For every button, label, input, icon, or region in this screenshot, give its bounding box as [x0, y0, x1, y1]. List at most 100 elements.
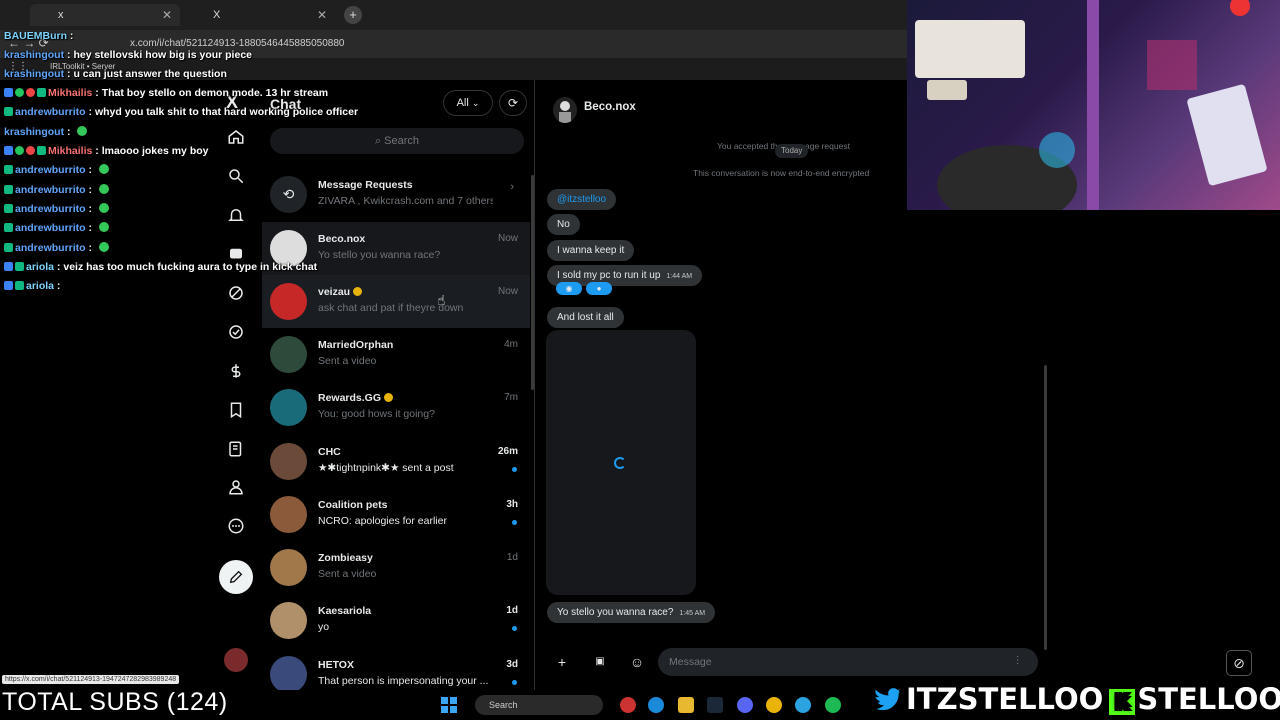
chat-separator: : — [85, 203, 95, 215]
message-bubble[interactable]: I wanna keep it — [547, 240, 635, 261]
conversation-item[interactable]: Rewards.GG You: good hows it going? 7m — [262, 381, 530, 434]
reaction-pill[interactable]: ◉ — [556, 282, 582, 295]
conversation-item[interactable]: CHC ★✱tightnpink✱★ sent a post 26m — [262, 435, 530, 488]
chat-separator: : — [54, 261, 64, 273]
voice-icon[interactable]: ⫶ — [1016, 654, 1019, 669]
conversation-name-text: Beco.nox — [318, 233, 366, 245]
chat-username: andrewburrito — [15, 164, 86, 176]
chat-emote-icon — [98, 164, 109, 174]
conversation-preview: ask chat and pat if theyre down — [318, 302, 464, 314]
search-input[interactable]: ⌕ Search — [270, 128, 524, 154]
conversation-item[interactable]: Coalition pets NCRO: apologies for earlie… — [262, 488, 530, 541]
chat-badge-icon — [4, 204, 13, 213]
message-requests-icon: ⟲ — [270, 176, 307, 213]
stream-chat-line: ariola : veiz has too much fucking aura … — [4, 261, 317, 273]
folder-icon[interactable] — [678, 697, 694, 713]
stream-chat-line: andrewburrito : — [4, 164, 109, 176]
message-bubble[interactable]: No — [547, 214, 580, 235]
account-avatar[interactable] — [224, 648, 248, 672]
bookmark-icon[interactable] — [225, 401, 247, 423]
home-icon[interactable] — [225, 128, 247, 150]
status-url: https://x.com/i/chat/521124913-194724728… — [2, 675, 180, 684]
message-text: No — [557, 219, 570, 230]
chat-message: lmaooo jokes my boy — [101, 145, 209, 157]
search-icon[interactable] — [225, 167, 247, 189]
add-attachment-icon[interactable]: + — [549, 649, 575, 675]
stream-chat-line: krashingout : hey stellovski how big is … — [4, 49, 252, 61]
gif-icon[interactable]: ▣ — [587, 649, 613, 675]
new-tab-button[interactable]: + — [344, 6, 362, 24]
conversation-item[interactable]: MarriedOrphan Sent a video 4m — [262, 328, 530, 381]
avatar — [270, 496, 307, 533]
chat-username: Mikhailis — [48, 145, 93, 157]
message-text: Yo stello you wanna race? — [557, 607, 674, 618]
mention-link[interactable]: @itzstelloo — [557, 194, 606, 205]
taskbar-search[interactable]: Search — [475, 695, 603, 715]
chat-username: andrewburrito — [15, 242, 86, 254]
conversation-name: Zombieasy — [318, 552, 373, 564]
windows-start-icon[interactable] — [441, 697, 457, 713]
close-icon[interactable]: ✕ — [162, 4, 172, 26]
message-bubble[interactable]: Yo stello you wanna race? 1:45 AM — [547, 602, 716, 623]
conversation-item[interactable]: Zombieasy Sent a video 1d — [262, 541, 530, 594]
reaction-pill[interactable]: ● — [586, 282, 612, 295]
url-text[interactable]: x.com/i/chat/521124913-18805464458850508… — [130, 38, 344, 49]
chrome-icon[interactable] — [766, 697, 782, 713]
chat-badge-icon — [37, 146, 46, 155]
conversation-item[interactable]: veizau ask chat and pat if theyre down Now — [262, 275, 530, 328]
unread-dot-icon — [512, 520, 517, 525]
compose-icon[interactable] — [219, 560, 253, 594]
browser-tab[interactable]: X ✕ — [185, 4, 335, 26]
bell-icon[interactable] — [225, 206, 247, 228]
close-icon[interactable]: ✕ — [317, 4, 327, 26]
edge-icon[interactable] — [648, 697, 664, 713]
new-chat-icon[interactable]: ⟳ — [499, 90, 527, 116]
message-bubble[interactable]: And lost it all — [547, 307, 624, 328]
conversation-item[interactable]: Kaesariola yo 1d — [262, 594, 530, 647]
chat-username: andrewburrito — [15, 184, 86, 196]
kick-logo-icon: K — [1109, 689, 1136, 715]
conversation-name-text: MarriedOrphan — [318, 339, 394, 351]
conversation-item[interactable]: HETOX That person is impersonating your .… — [262, 648, 530, 690]
message-bubble[interactable]: @itzstelloo — [547, 189, 617, 210]
discord-icon[interactable] — [737, 697, 753, 713]
floating-grok-icon[interactable]: ⊘ — [1226, 650, 1252, 676]
steam-icon[interactable] — [707, 697, 723, 713]
article-icon[interactable] — [225, 440, 247, 462]
stream-chat-line: Mikhailis : lmaooo jokes my boy — [4, 145, 208, 157]
conversation-time: 26m — [497, 446, 518, 457]
kick-handle: STELLOOO — [1137, 682, 1280, 716]
spotify-icon[interactable] — [825, 697, 841, 713]
message-requests-item[interactable]: ⟲ Message Requests ZIVARA , Kwikcrash.co… — [262, 168, 530, 221]
conversation-time: 1d — [506, 605, 518, 616]
filter-dropdown[interactable]: All ⌄ — [443, 90, 493, 116]
chat-badge-icon — [4, 262, 13, 271]
conversation-title[interactable]: Beco.nox — [584, 101, 636, 113]
chat-emote-icon — [98, 242, 109, 252]
date-separator: Today — [775, 144, 809, 158]
conversation-scrollbar[interactable] — [1044, 365, 1047, 650]
dollar-icon[interactable] — [225, 362, 247, 384]
list-scrollbar[interactable] — [531, 175, 534, 390]
taskbar-app-icon[interactable] — [620, 697, 636, 713]
emoji-icon[interactable]: ☺ — [624, 649, 650, 675]
chat-badge-icon — [15, 88, 24, 97]
chat-username: krashingout — [4, 49, 65, 61]
chat-emote-icon — [77, 126, 88, 136]
chat-badge-icon — [15, 262, 24, 271]
message-input[interactable]: Message — [658, 648, 1038, 676]
twitter-bird-icon — [871, 686, 905, 712]
profile-icon[interactable] — [225, 478, 247, 500]
chat-username: andrewburrito — [15, 203, 86, 215]
stream-chat-line: andrewburrito : whyd you talk shit to th… — [4, 106, 358, 118]
browser-tab-active[interactable]: x ✕ — [30, 4, 180, 26]
slash-icon[interactable] — [225, 284, 247, 306]
telegram-icon[interactable] — [795, 697, 811, 713]
conversation-time: 1d — [506, 552, 518, 563]
more-icon[interactable] — [225, 517, 247, 539]
chat-badge-icon — [4, 185, 13, 194]
conversation-name: Coalition pets — [318, 499, 387, 511]
chat-message: whyd you talk shit to that hard working … — [94, 106, 359, 118]
conversation-preview: yo — [318, 621, 330, 633]
verified-icon[interactable] — [225, 323, 247, 345]
